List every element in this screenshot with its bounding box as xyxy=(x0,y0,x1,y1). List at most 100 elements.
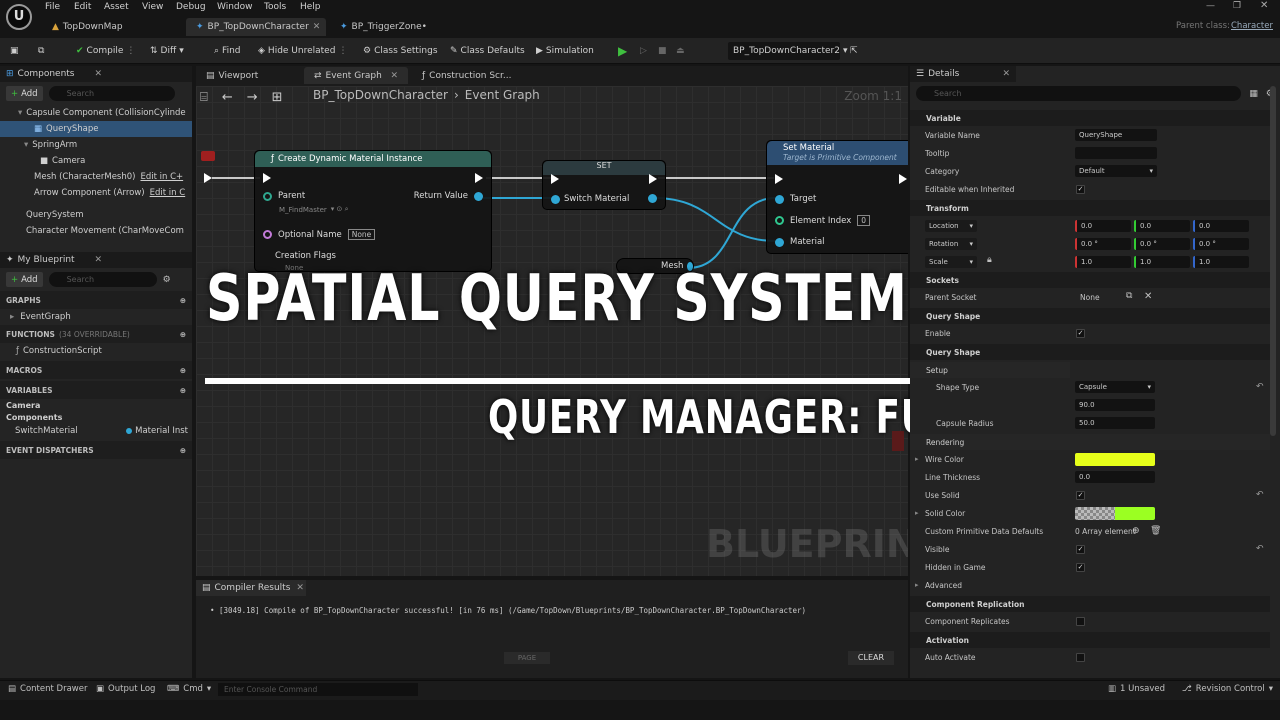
components-search-input[interactable]: Search xyxy=(48,86,175,101)
set-material-node[interactable]: Set Material Target is Primitive Compone… xyxy=(766,140,908,254)
tree-item-springarm[interactable]: ▾ SpringArm xyxy=(0,137,192,153)
variable-name-field[interactable]: QueryShape xyxy=(1075,129,1157,141)
tab-construction-script[interactable]: ƒ Construction Scr... xyxy=(412,67,521,84)
tree-item-mesh[interactable]: Mesh (CharacterMesh0) Edit in C+ xyxy=(0,169,192,185)
class-settings-button[interactable]: ⚙ Class Settings xyxy=(363,42,438,60)
debug-object-dropdown[interactable]: BP_TopDownCharacter2 ▾ xyxy=(728,42,847,60)
revision-control-button[interactable]: ⎇ Revision Control ▾ xyxy=(1182,684,1273,694)
rotation-y-field[interactable]: 0.0 ° xyxy=(1134,238,1190,250)
menu-window[interactable]: Window xyxy=(217,2,253,12)
add-circle-icon[interactable]: ⊕ xyxy=(180,386,186,395)
menu-file[interactable]: File xyxy=(45,2,60,12)
unreal-logo-icon[interactable]: U xyxy=(6,4,32,30)
scale-y-field[interactable]: 1.0 xyxy=(1134,256,1190,268)
event-dispatchers-section[interactable]: EVENT DISPATCHERS ⊕ xyxy=(0,441,192,459)
scale-dropdown[interactable]: Scale ▾ xyxy=(925,256,977,268)
event-node-stub[interactable] xyxy=(201,151,215,161)
optional-name-field[interactable]: None xyxy=(347,229,376,240)
exec-out-pin[interactable] xyxy=(475,173,483,183)
diff-button[interactable]: ⇅ Diff ▾ xyxy=(150,42,184,60)
save-icon[interactable]: ▣ xyxy=(10,42,19,60)
browse-icon[interactable]: ⧉ xyxy=(38,42,44,60)
step-icon[interactable]: ▷ xyxy=(640,42,647,60)
optional-name-pin[interactable] xyxy=(263,230,272,239)
scale-z-field[interactable]: 1.0 xyxy=(1193,256,1249,268)
visible-checkbox[interactable]: ✓ xyxy=(1076,545,1085,554)
switch-material-out-pin[interactable] xyxy=(648,194,657,203)
section-sockets[interactable]: Sockets xyxy=(910,272,1270,288)
add-member-button[interactable]: + Add xyxy=(6,272,43,287)
element-index-field[interactable]: 0 xyxy=(857,215,871,226)
section-rendering[interactable]: Rendering xyxy=(910,434,1270,450)
graphs-section[interactable]: GRAPHS ⊕ xyxy=(0,291,192,309)
auto-activate-checkbox[interactable] xyxy=(1076,653,1085,662)
compile-button[interactable]: ✔ Compile ⋮ xyxy=(76,42,135,60)
event-graph-item[interactable]: ▸ EventGraph xyxy=(0,309,192,325)
rotation-x-field[interactable]: 0.0 ° xyxy=(1075,238,1131,250)
clear-button[interactable]: CLEAR xyxy=(848,651,894,665)
set-node[interactable]: SET Switch Material xyxy=(542,160,666,210)
close-tab-icon[interactable]: ✕ xyxy=(296,583,304,593)
content-drawer-button[interactable]: ▤ Content Drawer xyxy=(8,684,87,694)
exec-in-pin[interactable] xyxy=(775,174,783,184)
material-pin[interactable] xyxy=(775,237,784,247)
menu-help[interactable]: Help xyxy=(300,2,321,12)
location-y-field[interactable]: 0.0 xyxy=(1134,220,1190,232)
var-category-components[interactable]: Components xyxy=(0,411,192,423)
return-value-pin[interactable] xyxy=(474,191,483,201)
tree-item-queryshape[interactable]: ▦ QueryShape xyxy=(0,121,192,137)
tooltip-field[interactable] xyxy=(1075,147,1157,159)
wire-color-swatch[interactable] xyxy=(1075,453,1155,466)
exec-in-pin[interactable] xyxy=(551,174,559,184)
line-thickness-field[interactable]: 0.0 xyxy=(1075,471,1155,483)
menu-tools[interactable]: Tools xyxy=(264,2,286,12)
page-dropdown[interactable]: PAGE xyxy=(504,652,550,664)
section-transform[interactable]: Transform xyxy=(910,200,1270,216)
lock-icon[interactable]: 🔒︎ xyxy=(987,255,992,265)
close-panel-icon[interactable]: ✕ xyxy=(94,69,102,79)
exec-out-pin[interactable] xyxy=(649,174,657,184)
functions-section[interactable]: FUNCTIONS (34 OVERRIDABLE) ⊕ xyxy=(0,325,192,343)
browse-socket-icon[interactable]: ⧉ xyxy=(1126,291,1132,301)
menu-edit[interactable]: Edit xyxy=(74,2,91,12)
cmd-dropdown[interactable]: ⌨ Cmd ▾ xyxy=(167,684,211,694)
target-pin[interactable] xyxy=(775,194,784,204)
add-circle-icon[interactable]: ⊕ xyxy=(180,446,186,455)
gear-icon[interactable]: ⚙ xyxy=(163,275,171,285)
tab-event-graph[interactable]: ⇄ Event Graph ✕ xyxy=(304,67,408,84)
edit-in-cpp-link[interactable]: Edit in C xyxy=(150,188,186,198)
output-log-button[interactable]: ▣ Output Log xyxy=(96,684,155,694)
simulation-button[interactable]: ▶ Simulation xyxy=(536,42,594,60)
advanced-expander[interactable]: Advanced xyxy=(925,581,962,590)
edit-in-cpp-link[interactable]: Edit in C+ xyxy=(140,172,183,182)
tree-item-arrow[interactable]: Arrow Component (Arrow) Edit in C xyxy=(0,185,192,201)
add-component-button[interactable]: + Add xyxy=(6,86,43,101)
my-blueprint-search-input[interactable]: Search xyxy=(48,272,157,287)
menu-debug[interactable]: Debug xyxy=(176,2,206,12)
rotation-z-field[interactable]: 0.0 ° xyxy=(1193,238,1249,250)
category-dropdown[interactable]: Default ▾ xyxy=(1075,165,1157,177)
table-view-icon[interactable]: ▦ xyxy=(1249,89,1258,99)
parent-pin[interactable] xyxy=(263,191,272,201)
restore-icon[interactable]: ❐ xyxy=(1233,1,1241,11)
hide-unrelated-button[interactable]: ◈ Hide Unrelated ⋮ xyxy=(258,42,347,60)
section-query-shape[interactable]: Query Shape xyxy=(910,308,1270,324)
exec-in-pin[interactable] xyxy=(263,173,271,183)
exec-pin[interactable] xyxy=(204,173,212,183)
use-solid-checkbox[interactable]: ✓ xyxy=(1076,491,1085,500)
solid-color-swatch[interactable] xyxy=(1075,507,1155,520)
tab-viewport[interactable]: ▤ Viewport xyxy=(196,67,268,84)
add-circle-icon[interactable]: ⊕ xyxy=(180,330,186,339)
reset-arrow-icon[interactable]: ↶ xyxy=(1256,544,1264,554)
location-z-field[interactable]: 0.0 xyxy=(1193,220,1249,232)
eject-icon[interactable]: ⏏ xyxy=(676,42,685,60)
add-element-icon[interactable]: ⊕ xyxy=(1132,526,1140,536)
tab-bp-triggerzone[interactable]: ✦ BP_TriggerZone• xyxy=(330,18,437,36)
clear-socket-icon[interactable]: ✕ xyxy=(1144,291,1152,302)
details-scrollbar[interactable] xyxy=(1270,86,1276,436)
console-input[interactable]: Enter Console Command xyxy=(218,683,418,696)
menu-asset[interactable]: Asset xyxy=(104,2,129,12)
reset-arrow-icon[interactable]: ↶ xyxy=(1256,490,1264,500)
editable-checkbox[interactable]: ✓ xyxy=(1076,185,1085,194)
shape-type-dropdown[interactable]: Capsule ▾ xyxy=(1075,381,1155,393)
